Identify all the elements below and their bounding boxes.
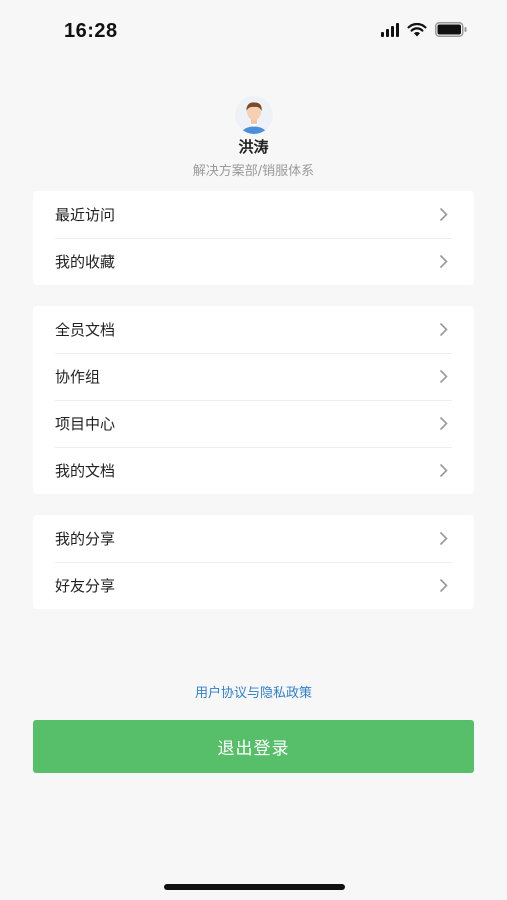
home-indicator[interactable] xyxy=(164,884,345,890)
chevron-right-icon xyxy=(439,254,448,269)
menu-item-all-docs[interactable]: 全员文档 xyxy=(33,306,474,353)
chevron-right-icon xyxy=(439,531,448,546)
user-avatar-icon[interactable] xyxy=(234,96,273,134)
menu-item-label: 我的收藏 xyxy=(55,253,116,271)
privacy-policy-link[interactable]: 用户协议与隐私政策 xyxy=(0,682,507,701)
menu-item-recent-visits[interactable]: 最近访问 xyxy=(33,191,474,238)
profile-header: 洪涛 解决方案部/销服体系 xyxy=(0,96,507,179)
chevron-right-icon xyxy=(439,416,448,431)
chevron-right-icon xyxy=(439,369,448,384)
status-icons xyxy=(381,22,467,37)
user-department: 解决方案部/销服体系 xyxy=(192,164,315,179)
battery-icon xyxy=(435,22,467,37)
menu-item-my-docs[interactable]: 我的文档 xyxy=(33,447,474,494)
menu-item-collab-group[interactable]: 协作组 xyxy=(33,353,474,400)
menu-item-label: 全员文档 xyxy=(55,321,116,339)
menu-item-label: 最近访问 xyxy=(55,206,116,224)
menu-item-project-center[interactable]: 项目中心 xyxy=(33,400,474,447)
menu-group-documents: 全员文档 协作组 项目中心 我的文档 xyxy=(33,306,474,494)
chevron-right-icon xyxy=(439,322,448,337)
status-bar: 16:28 xyxy=(0,0,507,62)
menu-item-my-shares[interactable]: 我的分享 xyxy=(33,515,474,562)
menu-item-favorites[interactable]: 我的收藏 xyxy=(33,238,474,285)
menu-item-label: 好友分享 xyxy=(55,577,116,595)
user-name: 洪涛 xyxy=(238,138,269,156)
chevron-right-icon xyxy=(439,578,448,593)
menu-item-label: 我的文档 xyxy=(55,462,116,480)
chevron-right-icon xyxy=(439,463,448,478)
wifi-icon xyxy=(407,22,427,37)
menu-item-label: 协作组 xyxy=(55,368,101,386)
menu-item-label: 我的分享 xyxy=(55,530,116,548)
signal-icon xyxy=(381,22,399,37)
profile-screen: 16:28 洪涛 解决方案部/销服体系 最近访问 我的收藏 全员文档 协作组 项… xyxy=(0,0,507,900)
menu-item-label: 项目中心 xyxy=(55,415,116,433)
menu-item-friend-shares[interactable]: 好友分享 xyxy=(33,562,474,609)
status-time: 16:28 xyxy=(64,20,118,42)
menu-group-recent: 最近访问 我的收藏 xyxy=(33,191,474,285)
menu-group-sharing: 我的分享 好友分享 xyxy=(33,515,474,609)
chevron-right-icon xyxy=(439,207,448,222)
logout-button[interactable]: 退出登录 xyxy=(33,720,474,773)
